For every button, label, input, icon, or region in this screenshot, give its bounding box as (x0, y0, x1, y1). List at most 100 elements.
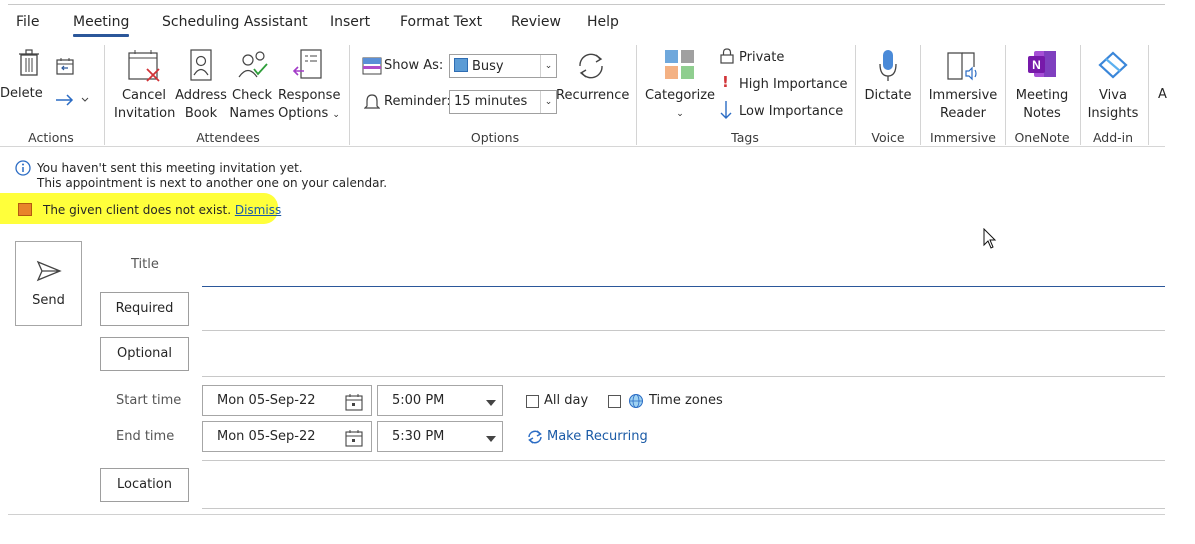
ribbon: Delete Actions Cancel Invitation Address… (0, 41, 1167, 147)
meeting-notes-button[interactable]: N Meeting Notes (1010, 47, 1074, 125)
group-label-immersive: Immersive (930, 130, 996, 145)
categorize-icon (665, 50, 694, 79)
check-names-button[interactable]: Check Names (228, 47, 276, 125)
address-book-icon (190, 49, 212, 81)
group-separator (855, 45, 856, 145)
end-time-dropdown[interactable]: 5:30 PM (377, 421, 503, 452)
time-zones-label: Time zones (649, 393, 723, 408)
start-date-picker[interactable]: Mon 05-Sep-22 (202, 385, 372, 416)
dictate-button[interactable]: Dictate (862, 47, 914, 107)
title-label: Title (131, 257, 159, 272)
end-date-picker[interactable]: Mon 05-Sep-22 (202, 421, 372, 452)
show-as-icon (362, 57, 382, 75)
tab-scheduling-assistant[interactable]: Scheduling Assistant (162, 14, 308, 30)
tab-file[interactable]: File (16, 14, 39, 30)
body-divider (8, 514, 1165, 515)
info-not-sent: You haven't sent this meeting invitation… (37, 161, 303, 175)
group-separator (1080, 45, 1081, 145)
group-label-actions: Actions (28, 130, 74, 145)
optional-input[interactable] (202, 376, 1165, 377)
busy-color-swatch (454, 58, 468, 72)
group-label-voice: Voice (871, 130, 905, 145)
bell-icon (364, 94, 380, 109)
low-importance-button[interactable]: Low Importance (739, 104, 843, 119)
show-as-label: Show As: (384, 58, 444, 73)
group-label-tags: Tags (731, 130, 759, 145)
send-button[interactable]: Send (15, 241, 82, 326)
location-button[interactable]: Location (100, 468, 189, 502)
chevron-down-icon (486, 436, 496, 442)
high-importance-icon: ! (722, 73, 729, 91)
cancel-invitation-button[interactable]: Cancel Invitation (114, 47, 175, 125)
chevron-down-icon: ⌄ (676, 109, 684, 119)
menu-bar: File Meeting Scheduling Assistant Insert… (0, 8, 1195, 40)
tab-format-text[interactable]: Format Text (400, 14, 482, 30)
start-time-dropdown[interactable]: 5:00 PM (377, 385, 503, 416)
categorize-button[interactable]: Categorize ⌄ (644, 47, 716, 125)
check-names-icon (238, 51, 268, 78)
chevron-down-icon: ⌄ (332, 110, 340, 120)
onenote-icon: N (1028, 51, 1056, 77)
required-input[interactable] (202, 330, 1165, 331)
calendar-forward-icon[interactable] (56, 57, 74, 75)
globe-icon (629, 394, 643, 408)
low-importance-icon (720, 101, 732, 119)
mouse-cursor-icon (983, 228, 997, 249)
recurrence-icon (579, 53, 603, 79)
svg-text:N: N (1032, 58, 1041, 72)
tab-review[interactable]: Review (511, 14, 561, 30)
private-button[interactable]: Private (739, 50, 784, 65)
immersive-reader-button[interactable]: Immersive Reader (926, 47, 1000, 125)
lock-icon[interactable] (720, 48, 734, 64)
chevron-down-icon (486, 400, 496, 406)
send-icon (36, 260, 62, 282)
group-label-attendees: Attendees (196, 130, 260, 145)
end-time-label: End time (116, 429, 175, 444)
group-label-onenote: OneNote (1014, 130, 1070, 145)
calendar-icon[interactable] (345, 393, 363, 411)
show-as-dropdown[interactable]: Busy ⌄ (449, 54, 557, 78)
calendar-icon[interactable] (345, 429, 363, 447)
group-separator (1148, 45, 1149, 145)
group-label-options: Options (470, 130, 520, 145)
chevron-down-icon: ⌄ (540, 91, 556, 113)
warning-icon (18, 203, 32, 216)
address-book-button[interactable]: Address Book (174, 47, 228, 125)
group-separator (636, 45, 637, 145)
make-recurring-icon (528, 430, 542, 444)
forward-icon[interactable] (54, 93, 90, 107)
ribbon-overflow-label[interactable]: A (1158, 87, 1167, 102)
make-recurring-link[interactable]: Make Recurring (547, 429, 648, 444)
response-options-button[interactable]: Response Options ⌄ (278, 47, 340, 125)
group-separator (104, 45, 105, 145)
info-icon (15, 160, 31, 176)
viva-insights-button[interactable]: Viva Insights (1084, 47, 1142, 125)
response-options-icon (292, 49, 322, 79)
tab-help[interactable]: Help (587, 14, 619, 30)
time-section-divider (202, 460, 1165, 461)
recurrence-button[interactable]: Recurrence (556, 47, 629, 107)
dismiss-link[interactable]: Dismiss (235, 203, 281, 217)
active-tab-indicator (73, 34, 129, 37)
high-importance-button[interactable]: High Importance (739, 77, 848, 92)
viva-insights-icon (1098, 51, 1128, 79)
group-separator (1005, 45, 1006, 145)
calendar-cancel-icon (128, 50, 160, 82)
title-input[interactable] (202, 286, 1165, 287)
location-input[interactable] (202, 508, 1165, 509)
chevron-down-icon: ⌄ (540, 55, 556, 77)
all-day-checkbox[interactable] (526, 395, 539, 408)
info-adjacent-appointment: This appointment is next to another one … (37, 176, 388, 190)
optional-button[interactable]: Optional (100, 337, 189, 371)
required-button[interactable]: Required (100, 292, 189, 326)
delete-button[interactable]: Delete (0, 47, 49, 117)
group-label-add-in: Add-in (1092, 130, 1134, 145)
tab-meeting[interactable]: Meeting (73, 14, 129, 30)
time-zones-checkbox[interactable] (608, 395, 621, 408)
tab-insert[interactable]: Insert (330, 14, 370, 30)
trash-icon (19, 49, 39, 76)
all-day-label: All day (544, 393, 589, 408)
group-separator (349, 45, 350, 145)
reminder-dropdown[interactable]: 15 minutes ⌄ (449, 90, 557, 114)
immersive-reader-icon (947, 52, 977, 81)
